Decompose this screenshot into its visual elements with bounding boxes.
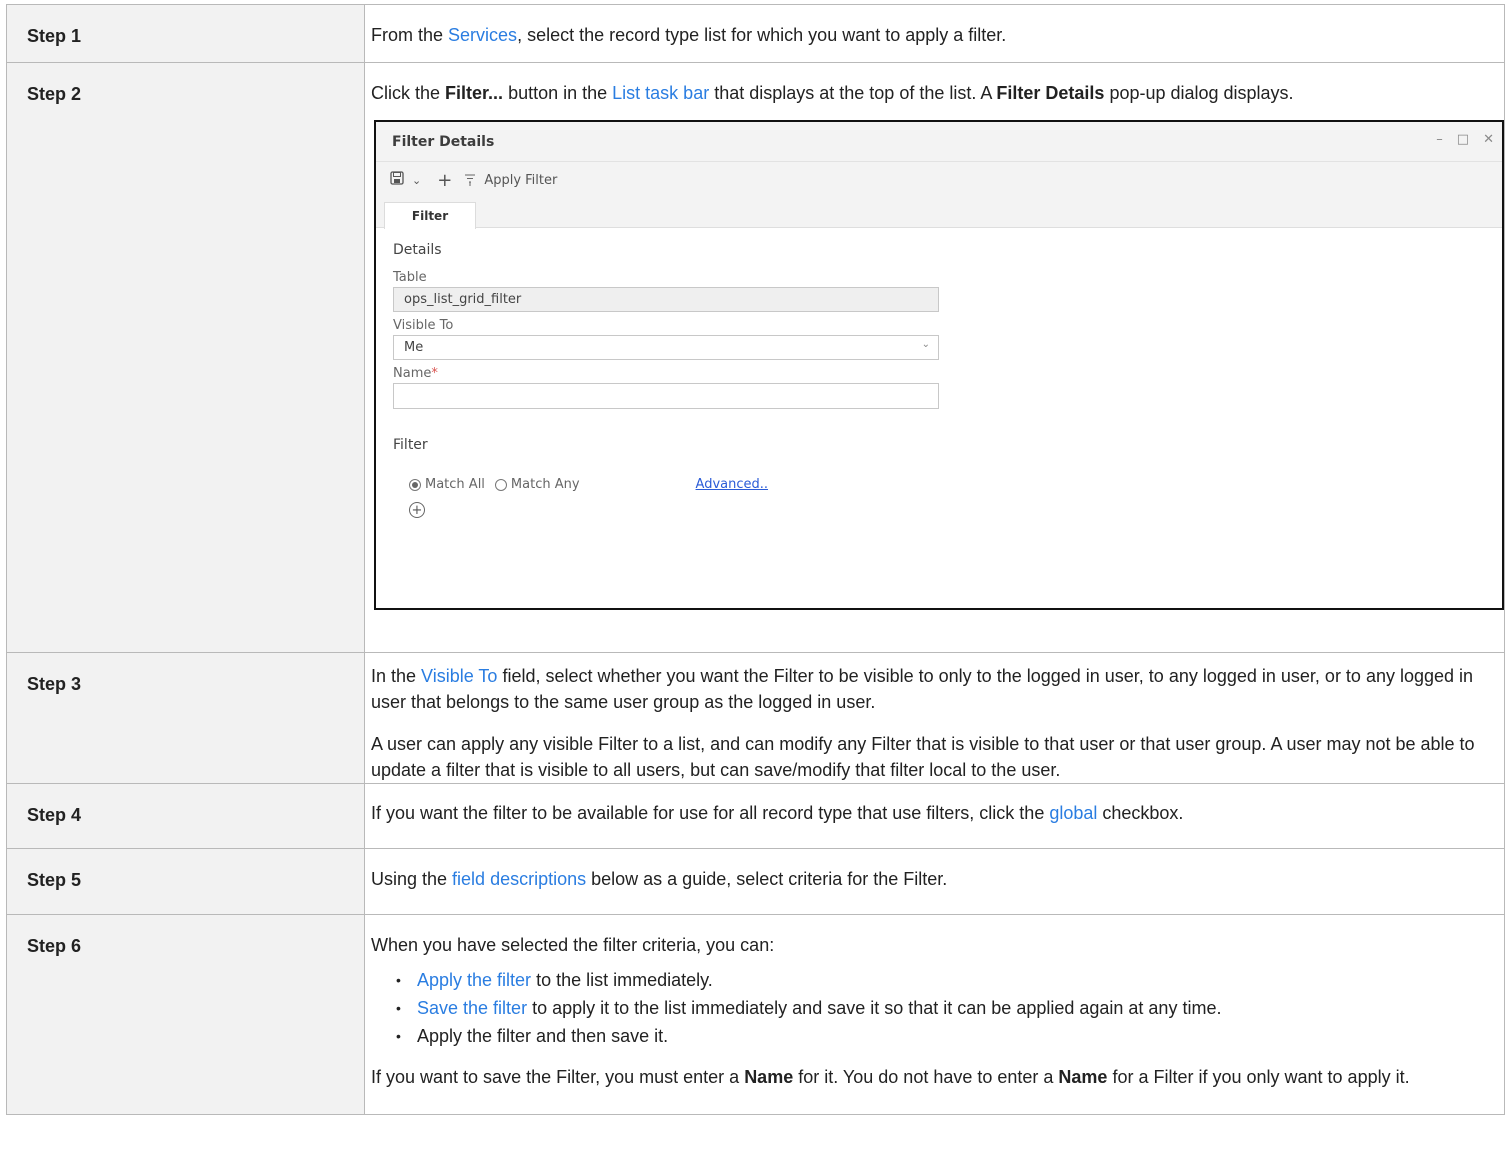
step-text: A user can apply any visible Filter to a… [371, 734, 1475, 780]
filter-icon [465, 174, 476, 186]
step-content: If you want the filter to be available f… [364, 783, 1505, 849]
table-label: Table [393, 270, 427, 285]
dialog-title-bar: Filter Details – □ ✕ [376, 122, 1502, 162]
step-text: Using the field descriptions below as a … [365, 849, 1504, 892]
text: In the [371, 666, 422, 686]
text: checkbox. [1097, 803, 1184, 823]
chevron-down-icon: ⌄ [921, 339, 930, 350]
text: pop-up dialog displays. [1104, 83, 1294, 103]
step-text: In the Visible To field, select whether … [365, 653, 1504, 715]
name-label: Name* [393, 366, 1502, 381]
apply-filter-button[interactable]: Apply Filter [464, 173, 557, 188]
field-descriptions-link[interactable]: field descriptions [452, 869, 586, 889]
match-all-radio[interactable]: Match All [409, 477, 485, 492]
global-link[interactable]: global [1049, 803, 1097, 823]
tab-filter[interactable]: Filter [384, 202, 476, 229]
step-row-3: Step 3 In the Visible To field, select w… [6, 652, 1505, 784]
visible-to-link[interactable]: Visible To [421, 666, 497, 686]
step-content: Using the field descriptions below as a … [364, 848, 1505, 915]
text: Using the [371, 869, 453, 889]
bold-text: Filter... [445, 83, 504, 103]
list-task-bar-link[interactable]: List task bar [612, 83, 709, 103]
advanced-link[interactable]: Advanced.. [696, 477, 768, 492]
step-row-1: Step 1 From the Services, select the rec… [6, 4, 1505, 63]
details-heading: Details [393, 242, 442, 258]
step-label: Step 3 [6, 652, 365, 784]
text: that displays at the top of the list. A [709, 83, 997, 103]
minimize-icon[interactable]: – [1436, 132, 1443, 147]
bold-text: Name [744, 1067, 794, 1087]
text: button in the [503, 83, 613, 103]
table-value: ops_list_grid_filter [404, 292, 522, 307]
step-label: Step 4 [6, 783, 365, 849]
match-options: Match All Match Any Advanced.. [409, 477, 1502, 492]
add-condition-icon[interactable]: + [409, 502, 425, 518]
add-icon[interactable]: + [437, 170, 452, 191]
step-content: From the Services, select the record typ… [364, 4, 1505, 63]
step-row-4: Step 4 If you want the filter to be avai… [6, 783, 1505, 849]
step-row-2: Step 2 Click the Filter... button in the… [6, 62, 1505, 653]
dialog-toolbar: ⌄ + Apply Filter [376, 162, 1502, 198]
step-label: Step 6 [6, 914, 365, 1115]
list-item: Apply the filter and then save it. [365, 1022, 1504, 1050]
floppy-disk-icon[interactable] [390, 171, 404, 189]
text: for it. You do not have to enter a [793, 1067, 1059, 1087]
list-item: Save the filter to apply it to the list … [365, 994, 1504, 1022]
step-text: When you have selected the filter criter… [371, 935, 775, 955]
match-any-radio[interactable]: Match Any [494, 477, 580, 492]
step-label: Step 5 [6, 848, 365, 915]
apply-the-filter-link[interactable]: Apply the filter [417, 970, 531, 990]
text: From the [371, 25, 449, 45]
text: to the list immediately. [531, 970, 713, 990]
name-label-text: Name [393, 366, 432, 381]
step-label: Step 1 [6, 4, 365, 63]
visible-to-select[interactable]: Me ⌄ [393, 335, 939, 360]
close-icon[interactable]: ✕ [1483, 132, 1494, 147]
step-label: Step 2 [6, 62, 365, 653]
services-link[interactable]: Services [448, 25, 517, 45]
visible-to-value: Me [404, 340, 424, 355]
step-text: If you want the filter to be available f… [365, 784, 1504, 826]
table-field: ops_list_grid_filter [393, 287, 939, 312]
text: to apply it to the list immediately and … [527, 998, 1222, 1018]
options-list: Apply the filter to the list immediately… [365, 966, 1504, 1050]
step-content: When you have selected the filter criter… [364, 914, 1505, 1115]
text: below as a guide, select criteria for th… [586, 869, 948, 889]
apply-filter-label: Apply Filter [484, 172, 558, 188]
text: for a Filter if you only want to apply i… [1107, 1067, 1410, 1087]
text: If you want the filter to be available f… [371, 803, 1050, 823]
maximize-icon[interactable]: □ [1457, 132, 1469, 147]
visible-to-label: Visible To [393, 318, 454, 333]
filter-heading: Filter [393, 437, 428, 453]
step-text: If you want to save the Filter, you must… [365, 1064, 1504, 1090]
step-row-5: Step 5 Using the field descriptions belo… [6, 848, 1505, 915]
save-the-filter-link[interactable]: Save the filter [417, 998, 527, 1018]
text: Apply the filter and then save it. [417, 1026, 669, 1046]
step-text: From the Services, select the record typ… [365, 5, 1504, 48]
dialog-body: Details Table ops_list_grid_filter Visib… [376, 228, 1502, 518]
text: Click the [371, 83, 446, 103]
radio-unselected-icon [494, 478, 507, 491]
list-item: Apply the filter to the list immediately… [365, 966, 1504, 994]
bold-text: Filter Details [996, 83, 1105, 103]
dialog-tabs: Filter [376, 198, 1502, 229]
required-marker: * [431, 366, 438, 381]
radio-selected-icon [409, 478, 421, 491]
step-row-6: Step 6 When you have selected the filter… [6, 914, 1505, 1115]
match-any-label: Match Any [510, 477, 580, 492]
step-content: In the Visible To field, select whether … [364, 652, 1505, 784]
bold-text: Name [1058, 1067, 1108, 1087]
name-input[interactable] [393, 383, 939, 409]
dialog-title: Filter Details [392, 133, 495, 150]
steps-table: Step 1 From the Services, select the rec… [6, 4, 1505, 1115]
filter-details-dialog: Filter Details – □ ✕ ⌄ + Apply Filter Fi… [374, 120, 1504, 610]
text: field, select whether you want the Filte… [371, 666, 1474, 712]
chevron-down-icon[interactable]: ⌄ [412, 174, 421, 187]
text: , select the record type list for which … [517, 25, 1007, 45]
step-content: Click the Filter... button in the List t… [364, 62, 1505, 653]
step-text: Click the Filter... button in the List t… [365, 63, 1504, 106]
match-all-label: Match All [425, 477, 485, 492]
window-controls: – □ ✕ [1436, 132, 1494, 147]
text: If you want to save the Filter, you must… [371, 1067, 745, 1087]
